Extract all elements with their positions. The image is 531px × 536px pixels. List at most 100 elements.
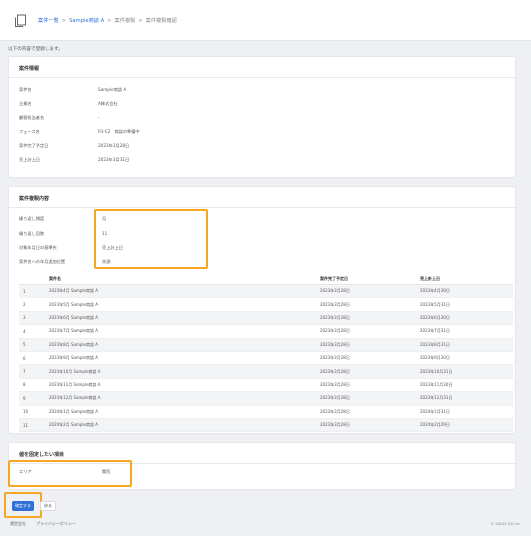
cell-index: 9	[19, 391, 45, 406]
cell-completion-date: 2023年3月28日	[316, 391, 416, 406]
table-row: 10 2024年1月 Sample商談 A 2023年3月28日 2024年1月31日	[19, 405, 513, 419]
project-info-card: 案件情報 案件名 Sample商談 A 企業名 A株式会社 顧客担当者名 - フ…	[8, 56, 516, 178]
cell-completion-date: 2023年3月28日	[316, 418, 416, 433]
cell-index: 6	[19, 351, 45, 366]
cell-sales-date: 2024年1月31日	[416, 405, 513, 419]
cell-project-name: 2023年4月 Sample商談 A	[45, 284, 316, 299]
cell-completion-date: 2023年3月28日	[316, 297, 416, 312]
table-row: 4 2023年7月 Sample商談 A 2023年3月28日 2023年7月31日	[19, 324, 513, 339]
cell-project-name: 2023年7月 Sample商談 A	[45, 324, 316, 339]
cell-project-name: 2023年5月 Sample商談 A	[45, 297, 316, 312]
column-header-index	[19, 273, 45, 285]
highlight-fixed-values	[8, 460, 132, 487]
cell-sales-date: 2023年4月30日	[416, 284, 513, 299]
cell-index: 10	[19, 405, 45, 419]
replication-table: 案件名 案件完了予定日 売上計上日 1 2023年4月 Sample商談 A 202…	[19, 273, 513, 433]
column-header-project-name: 案件名	[45, 273, 316, 285]
intro-text: 以下の内容で登録します。	[8, 47, 63, 52]
table-row: 6 2023年9月 Sample商談 A 2023年3月28日 2023年9月30日	[19, 351, 513, 366]
company-name-value: A株式会社	[98, 101, 118, 106]
cell-project-name: 2024年2月 Sample商談 A	[45, 418, 316, 433]
highlight-replication-settings	[94, 209, 208, 269]
card-title: 案件情報	[19, 66, 40, 72]
breadcrumb: 案件一覧 > Sample商談 A > 案件複製 > 案件複製確認	[38, 17, 177, 24]
cell-completion-date: 2023年3月28日	[316, 284, 416, 299]
table-row: 1 2023年4月 Sample商談 A 2023年3月28日 2023年4月30日	[19, 284, 513, 299]
contact-name-value: -	[98, 115, 100, 120]
sales-date-label: 売上計上日	[19, 157, 40, 162]
project-name-label: 案件名	[19, 87, 32, 92]
privacy-policy-link[interactable]: プライバシーポリシー	[36, 521, 76, 527]
cell-sales-date: 2023年6月30日	[416, 311, 513, 326]
breadcrumb-separator: >	[138, 18, 143, 24]
cell-project-name: 2023年8月 Sample商談 A	[45, 338, 316, 352]
completion-date-value: 2023年3月28日	[98, 143, 130, 148]
confirm-button[interactable]: 確定する	[12, 501, 34, 511]
breadcrumb-current: 案件複製確認	[145, 18, 177, 24]
breadcrumb-separator: >	[61, 18, 67, 24]
cell-project-name: 2023年9月 Sample商談 A	[45, 351, 316, 366]
cell-completion-date: 2023年3月28日	[316, 351, 416, 366]
copy-document-icon	[15, 14, 26, 27]
cell-completion-date: 2023年3月28日	[316, 311, 416, 326]
breadcrumb-project-detail[interactable]: Sample商談 A	[69, 18, 104, 24]
cell-index: 7	[19, 364, 45, 379]
cell-completion-date: 2023年3月28日	[316, 364, 416, 379]
sales-date-value: 2023年3月31日	[98, 157, 130, 162]
cell-completion-date: 2023年3月28日	[316, 338, 416, 352]
back-button[interactable]: 戻る	[40, 501, 56, 511]
breadcrumb-project-list[interactable]: 案件一覧	[38, 18, 59, 24]
table-row: 5 2023年8月 Sample商談 A 2023年3月28日 2023年8月31日	[19, 338, 513, 352]
cell-sales-date: 2023年12月31日	[416, 391, 513, 406]
top-header: 案件一覧 > Sample商談 A > 案件複製 > 案件複製確認	[0, 0, 531, 41]
table-row: 8 2023年11月 Sample商談 A 2023年3月28日 2023年11月30…	[19, 378, 513, 393]
base-date-label: 対象年月日の基準先	[19, 245, 57, 250]
month-position-label: 案件名への年月追加位置	[19, 259, 66, 264]
project-name-value: Sample商談 A	[98, 87, 127, 92]
repeat-frequency-label: 繰り返し頻度	[19, 216, 45, 221]
cell-sales-date: 2023年9月30日	[416, 351, 513, 366]
breadcrumb-project-copy: 案件複製	[114, 18, 136, 24]
cell-project-name: 2023年6月 Sample商談 A	[45, 311, 316, 326]
company-name-label: 企業名	[19, 101, 32, 106]
cell-sales-date: 2023年10月31日	[416, 364, 513, 379]
company-link[interactable]: 運営会社	[10, 521, 26, 527]
divider	[9, 77, 515, 78]
cell-completion-date: 2023年3月28日	[316, 378, 416, 393]
repeat-count-label: 繰り返し回数	[19, 231, 45, 236]
cell-completion-date: 2023年3月28日	[316, 405, 416, 419]
cell-index: 3	[19, 311, 45, 326]
cell-project-name: 2023年10月 Sample商談 A	[45, 364, 316, 379]
copyright-text: © SALES GO Inc.	[490, 522, 521, 526]
table-row: 7 2023年10月 Sample商談 A 2023年3月28日 2023年10月31…	[19, 364, 513, 379]
cell-sales-date: 2023年8月31日	[416, 338, 513, 352]
cell-sales-date: 2023年11月30日	[416, 378, 513, 393]
cell-sales-date: 2024年2月29日	[416, 418, 513, 433]
table-row: 9 2023年12月 Sample商談 A 2023年3月28日 2023年12月31…	[19, 391, 513, 406]
cell-index: 4	[19, 324, 45, 339]
completion-date-label: 案件完了予定日	[19, 143, 49, 148]
table-row: 3 2023年6月 Sample商談 A 2023年3月28日 2023年6月30日	[19, 311, 513, 326]
phase-name-value: P3-C2 商談の準備中	[98, 129, 140, 134]
card-title: 値を固定したい項目	[19, 452, 65, 458]
cell-index: 2	[19, 297, 45, 312]
column-header-completion-date: 案件完了予定日	[316, 273, 416, 285]
table-row: 2 2023年5月 Sample商談 A 2023年3月28日 2023年5月31日	[19, 297, 513, 312]
cell-completion-date: 2023年3月28日	[316, 324, 416, 339]
card-title: 案件複製内容	[19, 196, 50, 202]
cell-index: 11	[19, 418, 45, 433]
table-header-row: 案件名 案件完了予定日 売上計上日	[19, 273, 513, 285]
cell-project-name: 2023年11月 Sample商談 A	[45, 378, 316, 393]
cell-project-name: 2023年12月 Sample商談 A	[45, 391, 316, 406]
column-header-sales-date: 売上計上日	[416, 273, 513, 285]
cell-index: 1	[19, 284, 45, 299]
table-row: 11 2024年2月 Sample商談 A 2023年3月28日 2024年2月29日	[19, 418, 513, 433]
cell-project-name: 2024年1月 Sample商談 A	[45, 405, 316, 419]
breadcrumb-separator: >	[107, 18, 112, 24]
cell-index: 8	[19, 378, 45, 393]
cell-sales-date: 2023年7月31日	[416, 324, 513, 339]
contact-name-label: 顧客担当者名	[19, 115, 45, 120]
cell-index: 5	[19, 338, 45, 352]
cell-sales-date: 2023年5月31日	[416, 297, 513, 312]
phase-name-label: フェーズ名	[19, 129, 40, 134]
